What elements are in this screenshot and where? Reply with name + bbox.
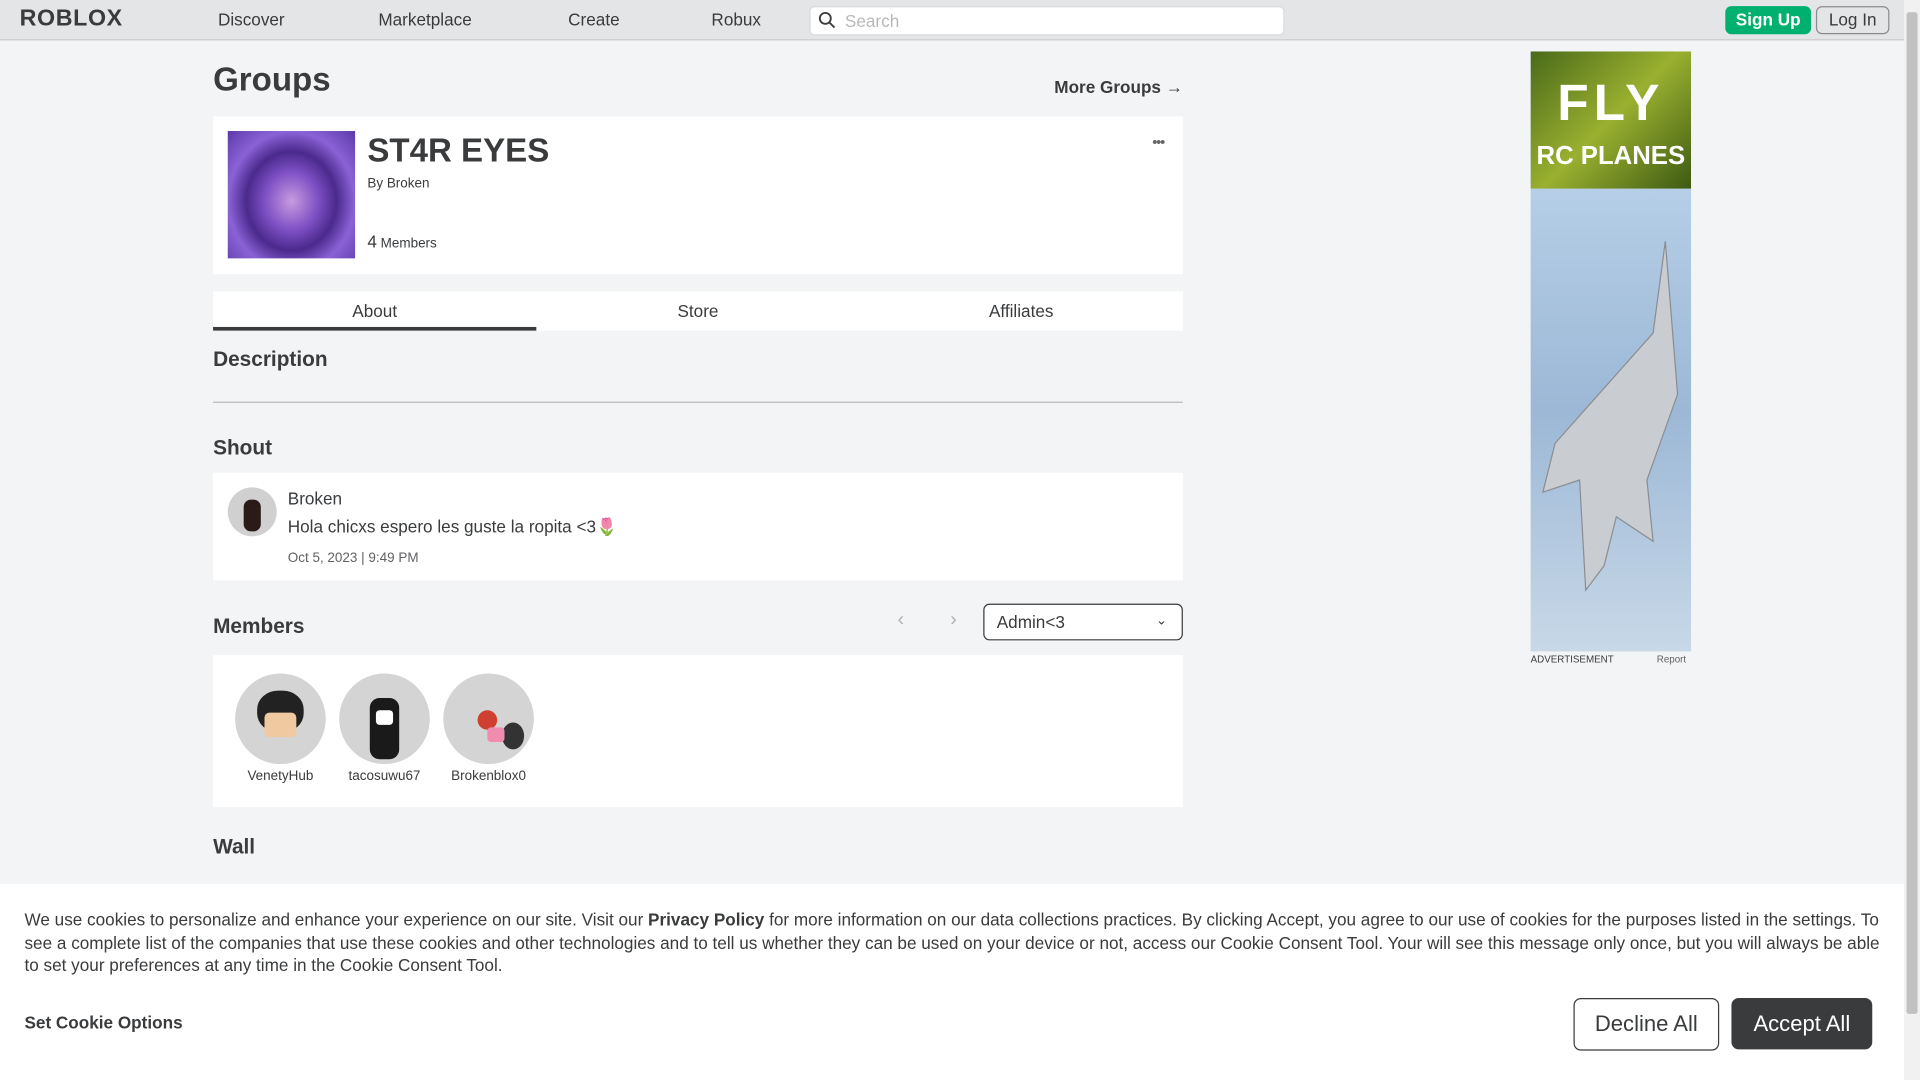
sign-up-button[interactable]: Sign Up (1725, 6, 1812, 35)
ad-subheadline: RC PLANES (1536, 142, 1686, 171)
nav-robux[interactable]: Robux (711, 10, 761, 30)
jet-image (1542, 241, 1679, 592)
advertisement-banner[interactable]: FLY RC PLANES (1530, 51, 1692, 652)
shout-timestamp: Oct 5, 2023 | 9:49 PM (287, 551, 419, 566)
nav-marketplace[interactable]: Marketplace (378, 10, 471, 30)
log-in-button[interactable]: Log In (1815, 6, 1890, 35)
member-count: 4 Members (367, 231, 436, 251)
search-icon (818, 11, 836, 29)
tab-about[interactable]: About (213, 291, 537, 331)
member-count-value: 4 (367, 231, 377, 252)
shout-author-avatar[interactable] (227, 487, 277, 537)
nav-create[interactable]: Create (568, 10, 619, 30)
cookie-message: We use cookies to personalize and enhanc… (24, 909, 1885, 977)
member-name[interactable]: VenetyHub (225, 769, 335, 784)
description-heading: Description (213, 347, 328, 372)
shout-author[interactable]: Broken (288, 489, 342, 509)
roblox-logo[interactable]: ROBLOX (20, 6, 123, 33)
report-ad-link[interactable]: Report (1657, 654, 1686, 665)
members-label: Members (380, 236, 437, 252)
top-navigation-bar: ROBLOX Discover Marketplace Create Robux… (0, 0, 1905, 41)
owner-link[interactable]: Broken (387, 176, 430, 191)
group-tabs: About Store Affiliates (213, 291, 1183, 331)
tab-affiliates[interactable]: Affiliates (860, 291, 1183, 330)
accept-all-button[interactable]: Accept All (1731, 997, 1873, 1050)
more-options-icon[interactable]: ••• (1152, 133, 1165, 150)
set-cookie-options-link[interactable]: Set Cookie Options (24, 1013, 182, 1033)
group-emblem (227, 131, 356, 259)
nav-discover[interactable]: Discover (218, 10, 285, 30)
cookie-text: We use cookies to personalize and enhanc… (24, 909, 649, 930)
next-page-icon[interactable]: › (950, 610, 957, 632)
advertisement-label: ADVERTISEMENT (1530, 653, 1614, 665)
member-avatar[interactable] (235, 673, 326, 765)
search-input[interactable] (842, 9, 1276, 32)
shout-text: Hola chicxs espero les guste la ropita <… (287, 516, 618, 537)
page-title: Groups (213, 61, 331, 98)
group-owner: By Broken (367, 176, 429, 191)
member-name[interactable]: Brokenblox0 (433, 769, 543, 784)
privacy-policy-link[interactable]: Privacy Policy (648, 910, 764, 930)
decline-all-button[interactable]: Decline All (1573, 997, 1720, 1051)
shout-heading: Shout (213, 435, 273, 460)
member-name[interactable]: tacosuwu67 (329, 769, 439, 784)
group-name: ST4R EYES (367, 132, 550, 169)
role-dropdown[interactable]: Admin<3 ⌄ (983, 603, 1183, 641)
ad-headline: FLY (1557, 73, 1665, 132)
scrollbar-thumb[interactable] (1906, 12, 1918, 1014)
more-groups-link[interactable]: More Groups → (1054, 77, 1183, 97)
chevron-down-icon: ⌄ (1155, 613, 1168, 629)
divider (213, 401, 1183, 403)
by-label: By (367, 176, 384, 192)
member-avatar[interactable] (443, 673, 534, 765)
member-avatar[interactable] (339, 673, 430, 765)
wall-heading: Wall (213, 835, 256, 859)
group-header-card (213, 116, 1183, 275)
members-heading: Members (213, 614, 305, 638)
role-selected: Admin<3 (996, 612, 1065, 632)
tab-store[interactable]: Store (536, 291, 859, 330)
prev-page-icon[interactable]: ‹ (898, 610, 905, 632)
search-box[interactable] (809, 6, 1285, 36)
